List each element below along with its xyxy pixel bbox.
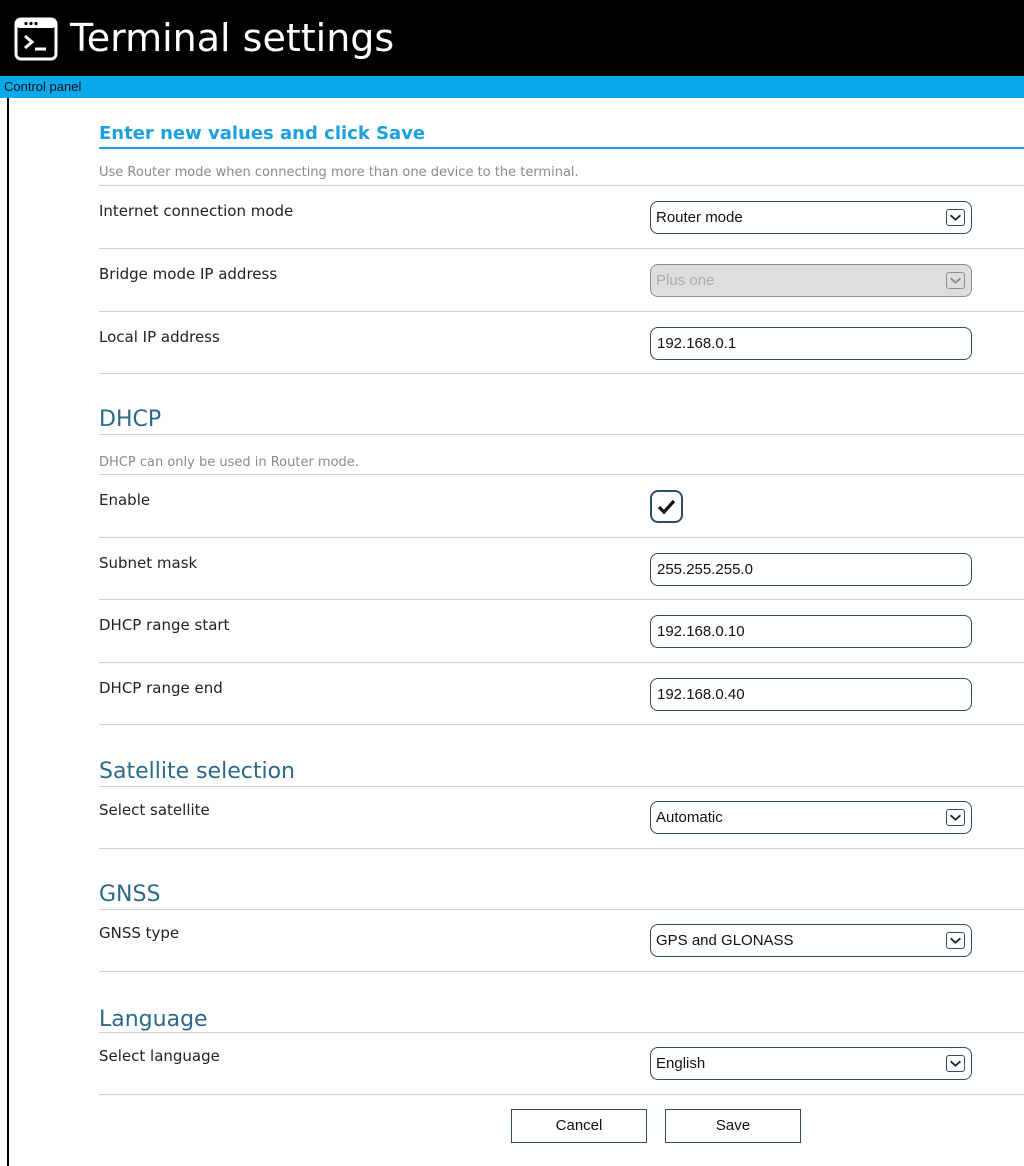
select-satellite-label: Select satellite xyxy=(99,801,210,819)
divider xyxy=(99,909,1024,910)
page-title: Terminal settings xyxy=(70,16,395,60)
dhcp-range-end-label: DHCP range end xyxy=(99,679,223,697)
gnss-type-value: GPS and GLONASS xyxy=(656,932,794,949)
checkmark-icon xyxy=(657,499,676,515)
divider xyxy=(99,373,1024,374)
satellite-heading: Satellite selection xyxy=(99,759,295,784)
internet-mode-label: Internet connection mode xyxy=(99,202,294,220)
satellite-value: Automatic xyxy=(656,809,723,826)
divider xyxy=(99,248,1024,249)
bridge-ip-value: Plus one xyxy=(656,272,715,289)
dhcp-note: DHCP can only be used in Router mode. xyxy=(99,455,359,470)
subnet-mask-input[interactable] xyxy=(650,553,972,586)
divider xyxy=(99,185,1024,186)
divider xyxy=(99,599,1024,600)
divider xyxy=(99,474,1024,475)
bridge-ip-label: Bridge mode IP address xyxy=(99,265,278,283)
chevron-down-icon xyxy=(946,209,965,226)
divider xyxy=(99,537,1024,538)
divider xyxy=(99,848,1024,849)
satellite-select[interactable]: Automatic xyxy=(650,801,972,834)
divider xyxy=(99,971,1024,972)
divider xyxy=(99,724,1024,725)
cancel-button[interactable]: Cancel xyxy=(511,1109,647,1143)
dhcp-enable-checkbox[interactable] xyxy=(650,490,683,523)
local-ip-label: Local IP address xyxy=(99,328,220,346)
bridge-ip-select: Plus one xyxy=(650,264,972,297)
gnss-type-select[interactable]: GPS and GLONASS xyxy=(650,924,972,957)
divider xyxy=(99,1094,1024,1095)
subnet-mask-label: Subnet mask xyxy=(99,554,198,572)
language-heading: Language xyxy=(99,1007,208,1032)
form-heading: Enter new values and click Save xyxy=(99,123,426,144)
chevron-down-icon xyxy=(946,1055,965,1072)
divider xyxy=(99,311,1024,312)
dhcp-range-end-input[interactable] xyxy=(650,678,972,711)
dhcp-enable-label: Enable xyxy=(99,491,151,509)
dhcp-heading: DHCP xyxy=(99,407,162,432)
breadcrumb-control-panel[interactable]: Control panel xyxy=(4,79,81,94)
divider xyxy=(99,786,1024,787)
gnss-type-label: GNSS type xyxy=(99,924,180,942)
terminal-icon xyxy=(14,17,58,61)
chevron-down-icon xyxy=(946,932,965,949)
left-border xyxy=(7,98,9,1166)
internet-mode-value: Router mode xyxy=(656,209,743,226)
chevron-down-icon xyxy=(946,272,965,289)
divider xyxy=(99,1032,1024,1033)
divider xyxy=(99,662,1024,663)
divider xyxy=(99,147,1024,149)
breadcrumb: Control panel xyxy=(0,76,1024,98)
dhcp-range-start-input[interactable] xyxy=(650,615,972,648)
local-ip-input[interactable] xyxy=(650,327,972,360)
router-mode-note: Use Router mode when connecting more tha… xyxy=(99,165,579,180)
chevron-down-icon xyxy=(946,809,965,826)
select-language-label: Select language xyxy=(99,1047,220,1065)
divider xyxy=(99,434,1024,435)
title-bar: Terminal settings xyxy=(0,0,1024,76)
save-button[interactable]: Save xyxy=(665,1109,801,1143)
internet-mode-select[interactable]: Router mode xyxy=(650,201,972,234)
dhcp-range-start-label: DHCP range start xyxy=(99,616,230,634)
gnss-heading: GNSS xyxy=(99,882,161,907)
language-value: English xyxy=(656,1055,706,1072)
language-select[interactable]: English xyxy=(650,1047,972,1080)
